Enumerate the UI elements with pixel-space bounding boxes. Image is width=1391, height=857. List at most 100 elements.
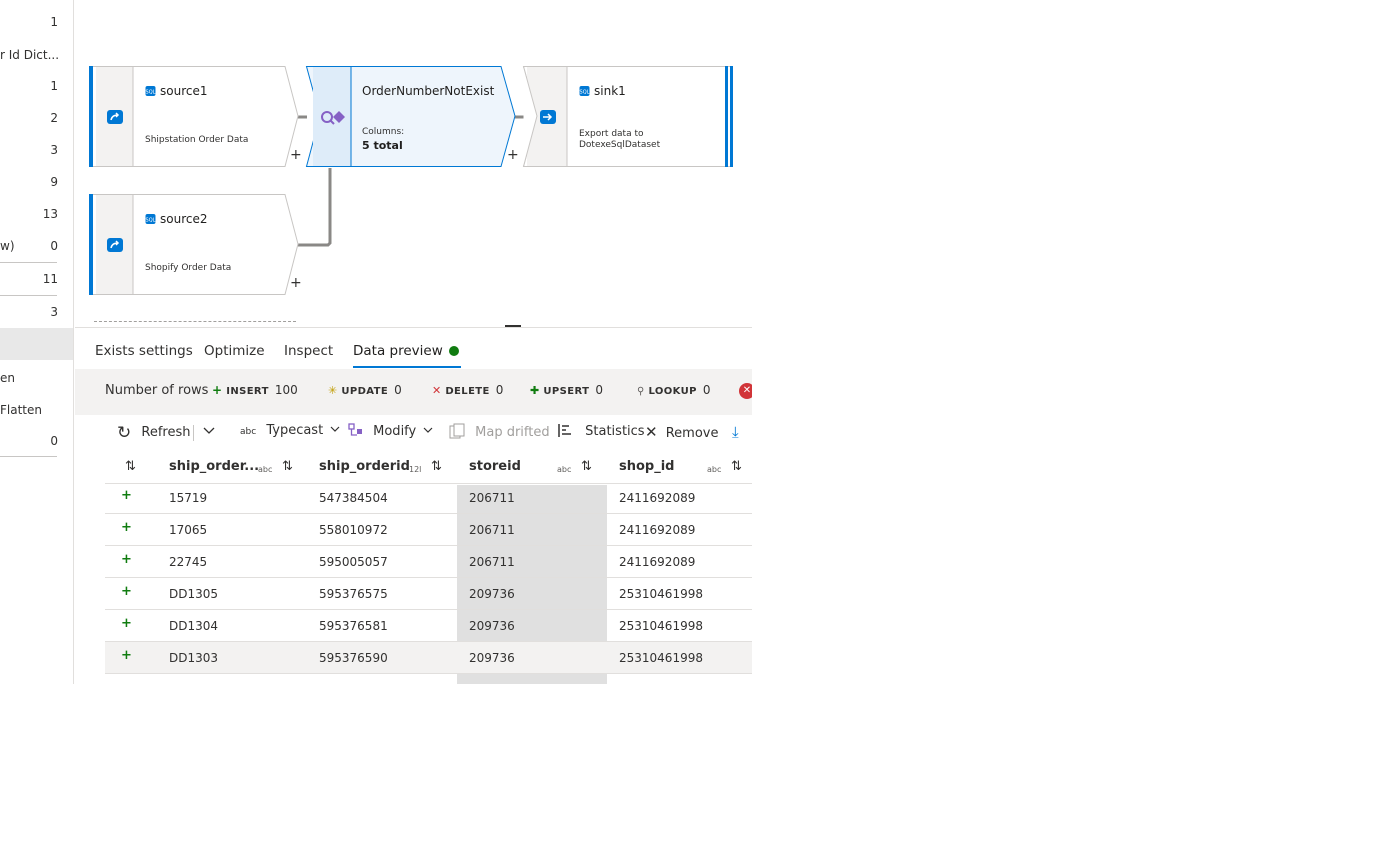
insert-row-icon: + (121, 520, 132, 535)
left-panel-item-label: w) (0, 239, 15, 253)
left-panel-item[interactable]: en (0, 368, 60, 388)
table-cell: 206711 (469, 523, 515, 537)
add-transform-button-exists[interactable]: + (507, 147, 519, 163)
node-exists-columns-value: 5 total (362, 139, 403, 152)
tab-label: Inspect (284, 343, 334, 359)
node-source2-description: Shopify Order Data (145, 263, 232, 273)
refresh-label: Refresh (141, 425, 191, 440)
map-drifted-label: Map drifted (475, 425, 550, 440)
table-row[interactable]: + 17065 558010972 206711 2411692089 (105, 514, 752, 546)
table-cell: 22745 (169, 555, 208, 569)
upsert-value: 0 (595, 383, 603, 397)
map-drifted-button[interactable]: Map drifted (449, 423, 550, 443)
left-panel-item[interactable]: 11 (0, 269, 60, 289)
node-exists[interactable]: OrderNumberNotExist Columns: 5 total (305, 66, 518, 167)
left-panel-item[interactable]: Flatten (0, 400, 60, 420)
tab-label: Exists settings (95, 343, 193, 359)
node-sink1-title: sink1 (594, 84, 626, 98)
data-preview-toolbar: ↻ Refresh abc Typecast Modify Map drifte… (105, 418, 752, 448)
table-cell: 206711 (469, 555, 515, 569)
left-panel-item[interactable]: 1 (0, 76, 60, 96)
map-drifted-icon (449, 423, 465, 439)
canvas-dashed-divider (94, 321, 296, 322)
left-panel-item[interactable]: w) 0 (0, 236, 60, 256)
insert-row-icon: + (121, 648, 132, 663)
column-header-label: ship_order... (169, 459, 260, 474)
node-source2[interactable]: SQL source2 Shopify Order Data (89, 194, 299, 295)
table-cell: 209736 (469, 619, 515, 633)
table-cell: DD1303 (169, 651, 219, 665)
left-panel: 1 r Id Dict... 1 2 3 9 13 w) 0 11 3 en Fl… (0, 0, 74, 684)
toolbar-separator (193, 425, 194, 441)
node-exists-title: OrderNumberNotExist (362, 84, 495, 98)
add-transform-button-source1[interactable]: + (290, 147, 302, 163)
lookup-label: LOOKUP (648, 386, 697, 397)
table-cell: 209736 (469, 651, 515, 665)
svg-text:SQL: SQL (146, 90, 156, 96)
table-cell: 17065 (169, 523, 208, 537)
close-icon: ✕ (645, 423, 658, 441)
splitter-handle[interactable] (505, 325, 521, 327)
tab-label: Data preview (353, 343, 443, 359)
left-panel-divider (0, 456, 57, 457)
refresh-button[interactable]: ↻ Refresh (117, 423, 190, 443)
statistics-button[interactable]: Statistics (558, 423, 645, 443)
left-panel-item-count: 9 (50, 175, 58, 189)
left-panel-item-count: 2 (50, 111, 58, 125)
lookup-count: ⚲ LOOKUP 0 (637, 383, 711, 398)
node-source1[interactable]: SQL source1 Shipstation Order Data (89, 66, 299, 167)
tab-inspect[interactable]: Inspect (284, 336, 333, 368)
table-row[interactable]: + 22745 595005057 206711 2411692089 (105, 546, 752, 578)
node-source1-description: Shipstation Order Data (145, 135, 249, 145)
column-header-label: storeid (469, 459, 521, 474)
table-cell: 2411692089 (619, 491, 696, 505)
update-value: 0 (394, 383, 402, 397)
left-panel-item-count: 3 (50, 143, 58, 157)
number-of-rows-label: Number of rows (105, 383, 209, 398)
tab-data-preview[interactable]: Data preview (353, 336, 461, 368)
table-header: ⇅ ship_order... abc ⇅ ship_orderid 12l ⇅… (105, 450, 752, 484)
left-panel-item-count: 1 (50, 15, 58, 29)
table-row[interactable]: + DD1304 595376581 209736 25310461998 (105, 610, 752, 642)
chevron-down-icon (423, 427, 433, 433)
add-transform-button-source2[interactable]: + (290, 275, 302, 291)
table-cell: 206711 (469, 491, 515, 505)
left-panel-item[interactable]: 13 (0, 204, 60, 224)
download-icon[interactable]: ⤓ (732, 423, 739, 443)
table-cell: 25310461998 (619, 587, 703, 601)
tab-exists-settings[interactable]: Exists settings (95, 336, 193, 368)
left-panel-item[interactable]: r Id Dict... (0, 45, 60, 65)
status-dot-icon (448, 346, 459, 356)
tab-optimize[interactable]: Optimize (204, 336, 265, 368)
lookup-value: 0 (702, 383, 711, 397)
left-panel-item[interactable]: 1 (0, 12, 60, 32)
left-panel-item[interactable]: 9 (0, 172, 60, 192)
left-panel-selected-item[interactable] (0, 328, 73, 360)
typecast-button[interactable]: abc Typecast (240, 423, 341, 443)
insert-row-icon: + (121, 584, 132, 599)
table-cell: DD1305 (169, 587, 219, 601)
node-source2-title: source2 (160, 212, 208, 226)
node-source1-title: source1 (160, 84, 208, 98)
left-panel-item-count: 11 (42, 272, 58, 286)
table-row[interactable]: + DD1303 595376590 209736 25310461998 (105, 642, 752, 674)
left-panel-item[interactable]: 3 (0, 140, 60, 160)
left-panel-item-count: 0 (50, 434, 58, 448)
table-row[interactable]: + 15719 547384504 206711 2411692089 (105, 482, 752, 514)
pane-splitter[interactable] (75, 327, 752, 328)
node-sink1[interactable]: SQL sink1 Export data to DotexeSqlDatase… (522, 66, 733, 167)
remove-button[interactable]: ✕ Remove (645, 423, 718, 443)
table-row[interactable]: + DD1305 595376575 209736 25310461998 (105, 578, 752, 610)
left-panel-item[interactable]: 2 (0, 108, 60, 128)
modify-button[interactable]: Modify (348, 423, 434, 443)
column-header-label: ship_orderid (319, 459, 410, 474)
data-preview-table: ⇅ ship_order... abc ⇅ ship_orderid 12l ⇅… (105, 450, 752, 684)
refresh-dropdown-chevron-down-icon[interactable] (202, 423, 216, 443)
table-cell: 209736 (469, 587, 515, 601)
column-header-label: shop_id (619, 459, 675, 474)
table-cell: 25310461998 (619, 651, 703, 665)
left-panel-item[interactable]: 0 (0, 431, 60, 451)
typecast-label: Typecast (266, 423, 324, 438)
data-flow-canvas[interactable]: SQL source1 Shipstation Order Data + Ord… (75, 0, 752, 328)
left-panel-item[interactable]: 3 (0, 302, 60, 322)
